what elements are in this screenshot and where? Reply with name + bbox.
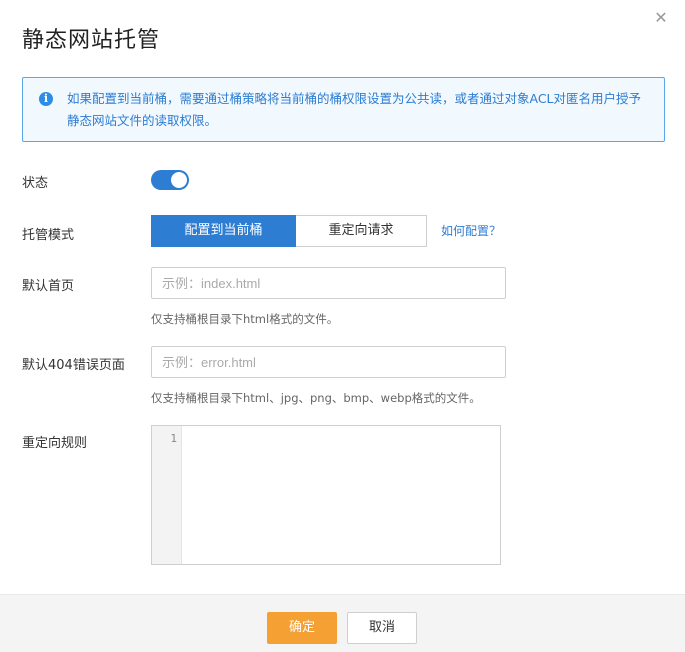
- hosting-mode-segmented: 配置到当前桶 重定向请求: [151, 215, 427, 247]
- line-number: 1: [170, 432, 177, 445]
- notice-text: 如果配置到当前桶，需要通过桶策略将当前桶的桶权限设置为公共读，或者通过对象ACL…: [67, 91, 642, 128]
- toggle-knob: [170, 171, 188, 189]
- confirm-button[interactable]: 确定: [267, 612, 337, 644]
- redirect-rules-label: 重定向规则: [22, 436, 88, 451]
- info-notice: i 如果配置到当前桶，需要通过桶策略将当前桶的桶权限设置为公共读，或者通过对象A…: [22, 77, 665, 142]
- default-index-hint: 仅支持桶根目录下html格式的文件。: [151, 312, 339, 326]
- cancel-button[interactable]: 取消: [347, 612, 417, 644]
- static-website-hosting-dialog: 静态网站托管 ✕ i 如果配置到当前桶，需要通过桶策略将当前桶的桶权限设置为公共…: [0, 0, 685, 652]
- editor-gutter: 1: [152, 426, 182, 564]
- default-404-input[interactable]: [151, 346, 506, 378]
- mode-redirect-button[interactable]: 重定向请求: [296, 215, 427, 247]
- dialog-footer: 确定 取消: [0, 594, 685, 652]
- status-toggle[interactable]: [151, 170, 189, 190]
- redirect-rules-editor: 1: [151, 425, 501, 565]
- default-index-input[interactable]: [151, 267, 506, 299]
- hosting-mode-label: 托管模式: [22, 228, 75, 243]
- redirect-rules-textarea[interactable]: [183, 426, 500, 564]
- how-to-configure-link[interactable]: 如何配置？: [441, 222, 501, 239]
- mode-current-bucket-button[interactable]: 配置到当前桶: [151, 215, 296, 247]
- close-icon[interactable]: ✕: [651, 8, 671, 28]
- default-index-label: 默认首页: [22, 279, 75, 294]
- default-404-label: 默认404错误页面: [22, 358, 125, 373]
- info-icon: i: [39, 92, 53, 106]
- dialog-title: 静态网站托管: [22, 28, 161, 53]
- default-404-hint: 仅支持桶根目录下html、jpg、png、bmp、webp格式的文件。: [151, 391, 481, 405]
- status-label: 状态: [22, 176, 49, 191]
